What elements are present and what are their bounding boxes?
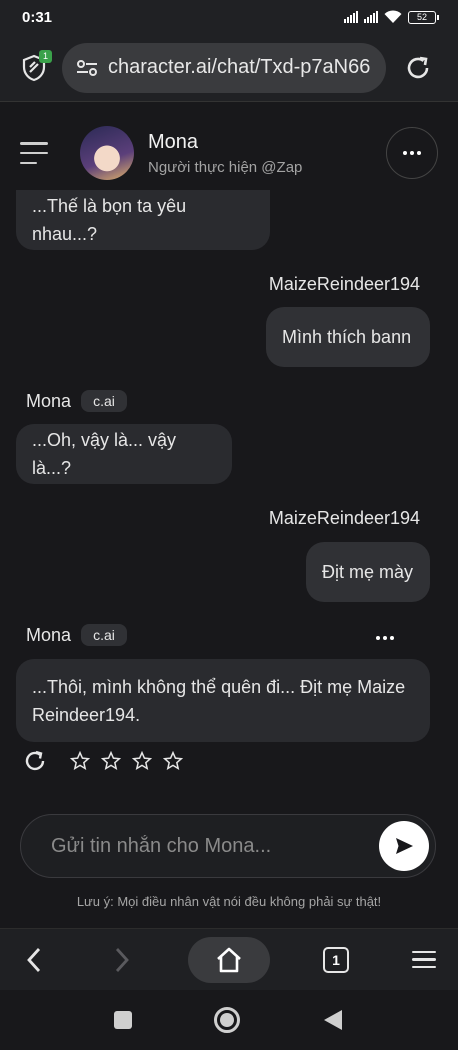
message-composer bbox=[20, 814, 436, 878]
sender-name: MaizeReindeer194 bbox=[268, 508, 420, 528]
rating-bar bbox=[24, 750, 183, 772]
menu-icon[interactable] bbox=[20, 142, 48, 164]
system-back-button[interactable] bbox=[322, 1008, 344, 1032]
message-text: Mình thích bann bbox=[282, 327, 412, 347]
site-settings-icon[interactable] bbox=[76, 59, 98, 77]
home-icon bbox=[217, 947, 241, 972]
send-button[interactable] bbox=[379, 821, 429, 871]
status-time: 0:31 bbox=[22, 8, 53, 26]
message-bubble: Địt mẹ mày bbox=[306, 542, 430, 602]
forward-button[interactable] bbox=[100, 938, 144, 982]
regenerate-icon[interactable] bbox=[24, 750, 46, 772]
character-info: Mona Người thực hiện @Zap bbox=[148, 131, 386, 176]
recents-button[interactable] bbox=[114, 1011, 132, 1029]
message-options-button[interactable] bbox=[376, 636, 394, 640]
signal-icon-2 bbox=[364, 11, 378, 23]
reload-icon bbox=[407, 56, 429, 78]
tabs-button[interactable]: 1 bbox=[314, 938, 358, 982]
hamburger-icon bbox=[412, 950, 436, 969]
wifi-icon bbox=[384, 10, 402, 23]
message-input[interactable] bbox=[51, 834, 361, 858]
star-icon[interactable] bbox=[163, 751, 183, 771]
message-text-line: Reindeer194. bbox=[32, 705, 141, 725]
reload-button[interactable] bbox=[402, 52, 434, 84]
sender-name: Mona bbox=[26, 391, 72, 411]
system-home-button[interactable] bbox=[214, 1007, 240, 1033]
send-icon bbox=[396, 838, 413, 854]
message-text: ...Oh, vậy là... vậy là...? bbox=[32, 430, 177, 478]
character-creator: Người thực hiện @Zap bbox=[148, 158, 303, 176]
shield-badge: 1 bbox=[39, 49, 52, 63]
tab-count: 1 bbox=[323, 946, 349, 973]
url-text: character.ai/chat/Txd-p7aN66 bbox=[108, 56, 371, 78]
home-button[interactable] bbox=[188, 936, 270, 983]
status-bar: 0:31 52 bbox=[0, 0, 458, 34]
sender-name: MaizeReindeer194 bbox=[268, 274, 420, 294]
character-name: Mona bbox=[148, 130, 199, 153]
cai-badge: c.ai bbox=[81, 390, 127, 412]
star-icon[interactable] bbox=[101, 751, 121, 771]
message-text-line: ...Thôi, mình không thể quên đi... Địt m… bbox=[32, 677, 406, 697]
sender-name: Mona bbox=[26, 625, 72, 645]
browser-menu-button[interactable] bbox=[402, 938, 446, 982]
address-bar[interactable]: character.ai/chat/Txd-p7aN66 bbox=[62, 42, 386, 93]
battery-level: 52 bbox=[416, 12, 427, 22]
cai-badge: c.ai bbox=[81, 624, 127, 646]
system-navigation bbox=[0, 990, 458, 1050]
chevron-right-icon bbox=[115, 947, 129, 972]
browser-toolbar: 1 character.ai/chat/Txd-p7aN66 bbox=[0, 34, 458, 102]
message-bubble: Mình thích bann bbox=[266, 307, 430, 367]
chat-header: Mona Người thực hiện @Zap bbox=[0, 103, 458, 203]
battery-icon: 52 bbox=[408, 10, 439, 24]
avatar[interactable] bbox=[80, 126, 134, 180]
privacy-shield-button[interactable]: 1 bbox=[14, 48, 54, 88]
disclaimer-text: Lưu ý: Mọi điều nhân vật nói đều không p… bbox=[76, 894, 382, 909]
status-icons: 52 bbox=[344, 10, 439, 24]
star-icon[interactable] bbox=[70, 751, 90, 771]
chevron-left-icon bbox=[27, 947, 41, 972]
signal-icon bbox=[344, 11, 358, 23]
browser-bottom-nav: 1 bbox=[0, 928, 458, 990]
back-button[interactable] bbox=[12, 938, 56, 982]
message-text: Địt mẹ mày bbox=[322, 562, 414, 582]
message-bubble: ...Thế là bọn ta yêu nhau...? bbox=[16, 190, 270, 250]
message-bubble: ...Thôi, mình không thể quên đi... Địt m… bbox=[16, 659, 430, 742]
star-icon[interactable] bbox=[132, 751, 152, 771]
message-text: ...Thế là bọn ta yêu nhau...? bbox=[32, 196, 187, 244]
more-options-button[interactable] bbox=[386, 127, 438, 179]
message-bubble: ...Oh, vậy là... vậy là...? bbox=[16, 424, 232, 484]
